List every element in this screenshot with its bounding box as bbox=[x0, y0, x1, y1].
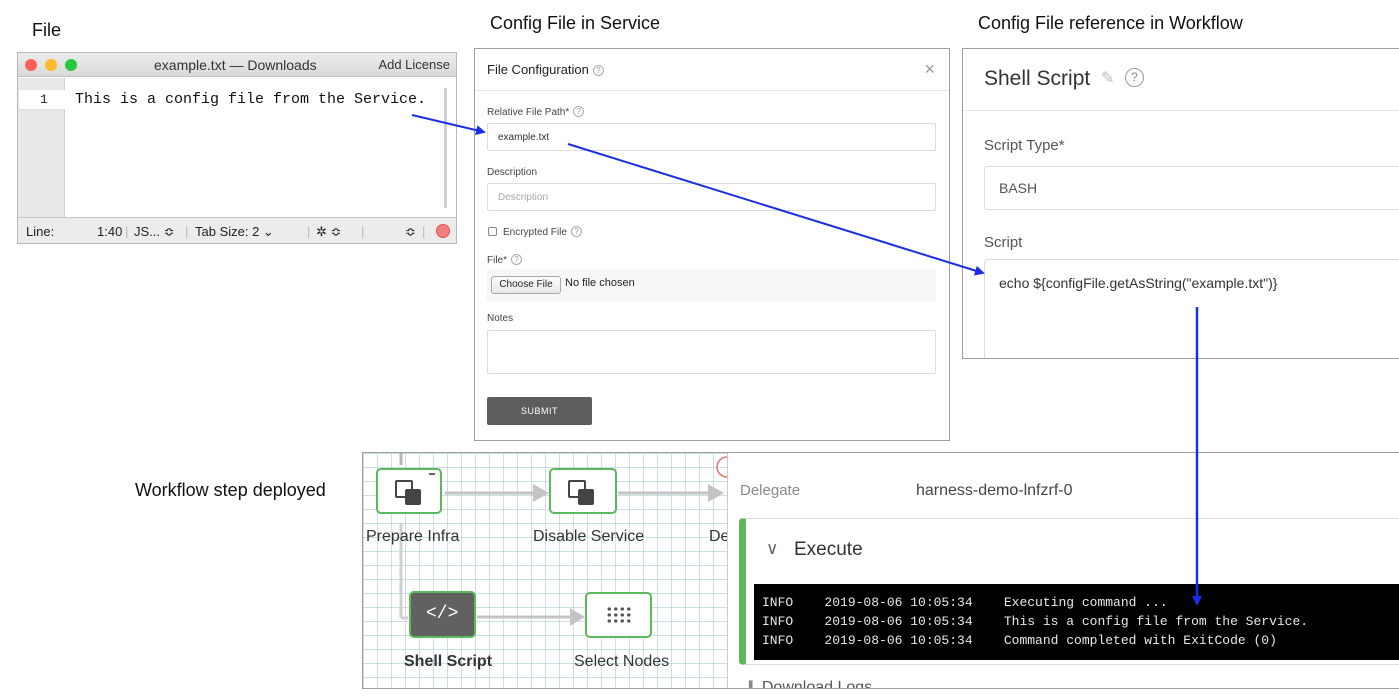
choose-file-button[interactable]: Choose File bbox=[491, 276, 561, 294]
node-select-nodes[interactable] bbox=[585, 592, 652, 638]
minimize-window-button[interactable] bbox=[45, 59, 57, 71]
node-label-shell-script: Shell Script bbox=[404, 653, 493, 670]
zoom-window-button[interactable] bbox=[65, 59, 77, 71]
node-label-prepare-infra: Prepare Infra bbox=[366, 528, 460, 545]
submit-button[interactable]: SUBMIT bbox=[487, 397, 592, 425]
syntax-selector[interactable]: JS... ≎ bbox=[134, 224, 175, 240]
caption-config-in-workflow: Config File reference in Workflow bbox=[978, 13, 1243, 33]
execute-title[interactable]: Execute bbox=[794, 539, 863, 561]
dialog-header: File Configuration? × bbox=[475, 49, 949, 91]
download-icon: ⬇ bbox=[744, 679, 762, 689]
script-type-select[interactable]: BASH bbox=[984, 166, 1399, 210]
download-logs-link[interactable]: ⬇ Download Logs bbox=[744, 677, 872, 689]
workflow-view: Prepare Infra Disable Service De </> She… bbox=[362, 452, 1399, 689]
caption-config-in-service: Config File in Service bbox=[490, 13, 661, 33]
close-icon[interactable]: × bbox=[924, 59, 935, 80]
chevron-down-icon[interactable]: ∨ bbox=[766, 539, 778, 559]
node-label-select-nodes: Select Nodes bbox=[574, 653, 670, 670]
node-prepare-infra[interactable] bbox=[376, 468, 442, 514]
editor-statusbar: Line: 1:40 | JS... ≎ | Tab Size: 2 ⌄ | ✲… bbox=[18, 217, 456, 243]
editor-titlebar: example.txt — Downloads Add License bbox=[18, 53, 456, 77]
shell-script-panel: Shell Script ✎ ? Script Type* BASH Scrip… bbox=[962, 48, 1399, 359]
relative-path-input[interactable]: example.txt bbox=[487, 123, 936, 151]
caption-file: File bbox=[32, 20, 62, 40]
node-shell-script[interactable]: </> bbox=[409, 591, 476, 638]
execute-section: ∨ Execute INFO 2019-08-06 10:05:34 Execu… bbox=[739, 518, 1399, 665]
caption-workflow-deployed: Workflow step deployed bbox=[135, 480, 326, 500]
file-configuration-dialog: File Configuration? × Relative File Path… bbox=[474, 48, 950, 441]
encoding-selector[interactable]: ≎ bbox=[405, 224, 416, 240]
editor-scrollbar[interactable] bbox=[444, 88, 447, 208]
add-license-button[interactable]: Add License bbox=[378, 57, 450, 72]
line-number: 1 bbox=[19, 90, 65, 110]
delegate-value: harness-demo-lnfzrf-0 bbox=[916, 482, 1073, 499]
help-icon[interactable]: ? bbox=[570, 226, 582, 237]
node-label-disable-service: Disable Service bbox=[533, 528, 645, 545]
file-label: File* bbox=[487, 255, 508, 266]
status-line-label: Line: bbox=[26, 224, 55, 239]
text-editor-window: example.txt — Downloads Add License 1 Th… bbox=[17, 52, 457, 244]
script-textarea[interactable]: echo ${configFile.getAsString("example.t… bbox=[984, 259, 1399, 358]
notes-textarea[interactable] bbox=[487, 330, 936, 374]
log-line: INFO 2019-08-06 10:05:34 Executing comma… bbox=[762, 595, 1168, 610]
help-icon[interactable]: ? bbox=[1125, 68, 1144, 87]
log-line: INFO 2019-08-06 10:05:34 This is a confi… bbox=[762, 614, 1309, 629]
status-cursor-position: 1:40 bbox=[97, 224, 123, 239]
tab-size-selector[interactable]: Tab Size: 2 ⌄ bbox=[195, 224, 274, 240]
relative-path-label: Relative File Path* bbox=[487, 107, 570, 118]
help-icon[interactable]: ? bbox=[511, 254, 523, 265]
shell-script-title: Shell Script bbox=[984, 67, 1091, 90]
editor-code-line[interactable]: This is a config file from the Service. bbox=[75, 90, 426, 110]
description-label: Description bbox=[487, 167, 538, 178]
encrypted-file-checkbox[interactable] bbox=[488, 227, 497, 236]
grid-icon bbox=[606, 606, 632, 624]
close-window-button[interactable] bbox=[25, 59, 37, 71]
shell-script-header: Shell Script ✎ ? bbox=[963, 49, 1399, 111]
log-console: INFO 2019-08-06 10:05:34 Executing comma… bbox=[754, 584, 1399, 660]
help-icon[interactable]: ? bbox=[573, 106, 585, 117]
script-type-label: Script Type* bbox=[984, 137, 1065, 154]
script-label: Script bbox=[984, 234, 1023, 251]
help-icon[interactable]: ? bbox=[592, 65, 604, 76]
gear-icon[interactable]: ✲ ≎ bbox=[316, 224, 341, 240]
editor-title: example.txt — Downloads bbox=[154, 57, 317, 73]
no-file-text: No file chosen bbox=[565, 277, 635, 289]
code-icon: </> bbox=[426, 604, 459, 624]
dialog-title: File Configuration bbox=[487, 62, 589, 77]
log-line: INFO 2019-08-06 10:05:34 Command complet… bbox=[762, 633, 1277, 648]
delegate-label: Delegate bbox=[740, 482, 801, 499]
encrypted-file-label: Encrypted File bbox=[503, 227, 567, 238]
execution-log-panel: Delegate harness-demo-lnfzrf-0 ∨ Execute… bbox=[728, 453, 1399, 689]
description-input[interactable]: Description bbox=[487, 183, 936, 211]
record-icon[interactable] bbox=[436, 224, 450, 238]
notes-label: Notes bbox=[487, 313, 514, 324]
pencil-icon[interactable]: ✎ bbox=[1101, 68, 1114, 88]
node-disable-service[interactable] bbox=[549, 468, 617, 514]
